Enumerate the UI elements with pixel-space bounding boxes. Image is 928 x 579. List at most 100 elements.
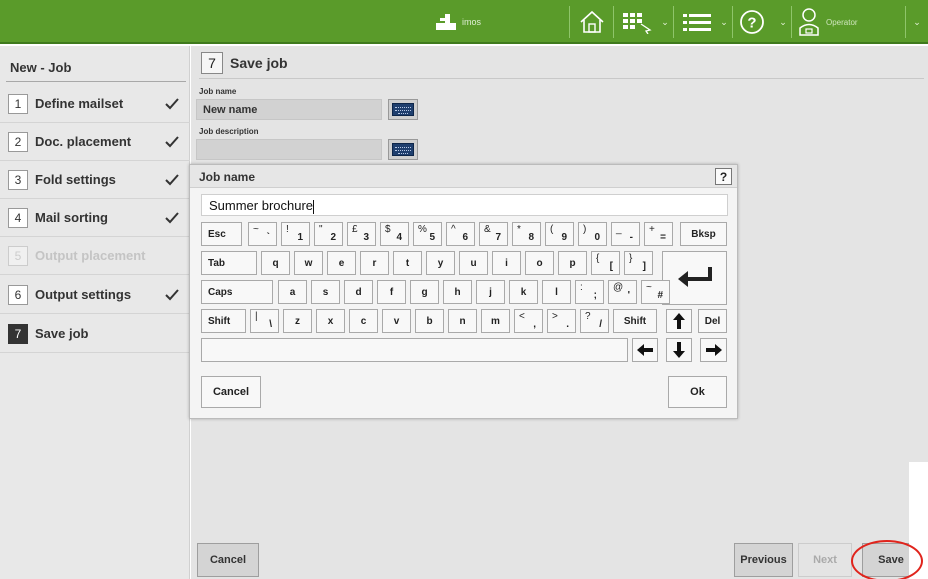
key-e[interactable]: e (327, 251, 356, 275)
previous-button[interactable]: Previous (734, 543, 793, 577)
menu-chevron-icon[interactable]: ⌄ (718, 14, 730, 30)
key-9[interactable]: (9 (545, 222, 574, 246)
sidebar: New - Job 1 Define mailset 2 Doc. placem… (0, 46, 190, 579)
key-#[interactable]: ~ # (641, 280, 670, 304)
help-button[interactable]: ? (736, 6, 768, 38)
key-6[interactable]: ^ 6 (446, 222, 475, 246)
key-=[interactable]: + = (644, 222, 673, 246)
job-name-field[interactable]: New name (196, 99, 382, 120)
key-enter[interactable] (662, 251, 727, 305)
key-u[interactable]: u (459, 251, 488, 275)
dialog-ok-button[interactable]: Ok (668, 376, 727, 408)
sidebar-step-define-mailset[interactable]: 1 Define mailset (0, 85, 190, 123)
key-d[interactable]: d (344, 280, 373, 304)
help-chevron-icon[interactable]: ⌄ (777, 14, 789, 30)
checkmark-icon (165, 212, 179, 224)
user-button[interactable] (795, 6, 823, 38)
key-][interactable]: }] (624, 251, 653, 275)
page-step-number: 7 (201, 52, 223, 74)
key-q[interactable]: q (261, 251, 290, 275)
key-shift-left[interactable]: Shift (201, 309, 246, 333)
sidebar-step-doc-placement[interactable]: 2 Doc. placement (0, 123, 190, 161)
key-3[interactable]: £3 (347, 222, 376, 246)
key--[interactable]: _ - (611, 222, 640, 246)
job-name-keyboard-button[interactable] (388, 99, 418, 120)
job-name-input[interactable]: Summer brochure (201, 194, 728, 216)
key-shift-right[interactable]: Shift (613, 309, 657, 333)
key-s[interactable]: s (311, 280, 340, 304)
key-x[interactable]: x (316, 309, 345, 333)
key-,[interactable]: <, (514, 309, 543, 333)
dialog-help-button[interactable]: ? (715, 168, 732, 185)
key-7[interactable]: & 7 (479, 222, 508, 246)
key-;[interactable]: :; (575, 280, 604, 304)
key-tab[interactable]: Tab (201, 251, 257, 275)
checkmark-icon (165, 174, 179, 186)
job-description-field[interactable] (196, 139, 382, 160)
menu-icon (683, 14, 711, 31)
home-button[interactable] (574, 6, 610, 38)
key-esc[interactable]: Esc (201, 222, 242, 246)
key-arrow-down[interactable] (666, 338, 692, 362)
key-b[interactable]: b (415, 309, 444, 333)
key-m[interactable]: m (481, 309, 510, 333)
keyboard-icon (392, 143, 414, 156)
job-list-button[interactable] (617, 6, 657, 38)
key-backslash[interactable]: | \ (250, 309, 279, 333)
menu-button[interactable] (677, 6, 717, 38)
dialog-cancel-button[interactable]: Cancel (201, 376, 261, 408)
operator-label[interactable]: Operator (826, 18, 858, 27)
key-4[interactable]: $4 (380, 222, 409, 246)
brand-text: imos (462, 17, 482, 27)
key-g[interactable]: g (410, 280, 439, 304)
key-arrow-up[interactable] (666, 309, 692, 333)
key-t[interactable]: t (393, 251, 422, 275)
sidebar-step-mail-sorting[interactable]: 4 Mail sorting (0, 199, 190, 237)
key-`[interactable]: ~ ` (248, 222, 277, 246)
job-description-keyboard-button[interactable] (388, 139, 418, 160)
key-[[interactable]: {[ (591, 251, 620, 275)
key-/[interactable]: ? / (580, 309, 609, 333)
key-l[interactable]: l (542, 280, 571, 304)
key-y[interactable]: y (426, 251, 455, 275)
cancel-button[interactable]: Cancel (197, 543, 259, 577)
key-p[interactable]: p (558, 251, 587, 275)
enter-arrow-icon (677, 267, 712, 287)
key-0[interactable]: ) 0 (578, 222, 607, 246)
key-caps[interactable]: Caps (201, 280, 273, 304)
user-chevron-icon[interactable]: ⌄ (911, 14, 923, 30)
step-label: Fold settings (35, 172, 116, 187)
checkmark-icon (165, 136, 179, 148)
key-a[interactable]: a (278, 280, 307, 304)
key-v[interactable]: v (382, 309, 411, 333)
key-'[interactable]: @ ' (608, 280, 637, 304)
key-8[interactable]: * 8 (512, 222, 541, 246)
job-list-chevron-icon[interactable]: ⌄ (659, 14, 671, 30)
key-arrow-left[interactable] (632, 338, 658, 362)
key-n[interactable]: n (448, 309, 477, 333)
sidebar-step-fold-settings[interactable]: 3 Fold settings (0, 161, 190, 199)
key-j[interactable]: j (476, 280, 505, 304)
key-arrow-right[interactable] (700, 338, 727, 362)
key-i[interactable]: i (492, 251, 521, 275)
key-k[interactable]: k (509, 280, 538, 304)
key-f[interactable]: f (377, 280, 406, 304)
key-backspace[interactable]: Bksp (680, 222, 727, 246)
keyboard-icon (392, 103, 414, 116)
next-button: Next (798, 543, 852, 577)
key-r[interactable]: r (360, 251, 389, 275)
key-z[interactable]: z (283, 309, 312, 333)
sidebar-step-output-settings[interactable]: 6 Output settings (0, 276, 190, 314)
sidebar-step-save-job[interactable]: 7 Save job (0, 315, 190, 353)
key-.[interactable]: >. (547, 309, 576, 333)
key-delete[interactable]: Del (698, 309, 727, 333)
job-grid-icon (623, 13, 652, 34)
key-2[interactable]: " 2 (314, 222, 343, 246)
key-h[interactable]: h (443, 280, 472, 304)
key-o[interactable]: o (525, 251, 554, 275)
key-c[interactable]: c (349, 309, 378, 333)
key-5[interactable]: % 5 (413, 222, 442, 246)
key-1[interactable]: ! 1 (281, 222, 310, 246)
key-w[interactable]: w (294, 251, 323, 275)
key-space[interactable] (201, 338, 628, 362)
